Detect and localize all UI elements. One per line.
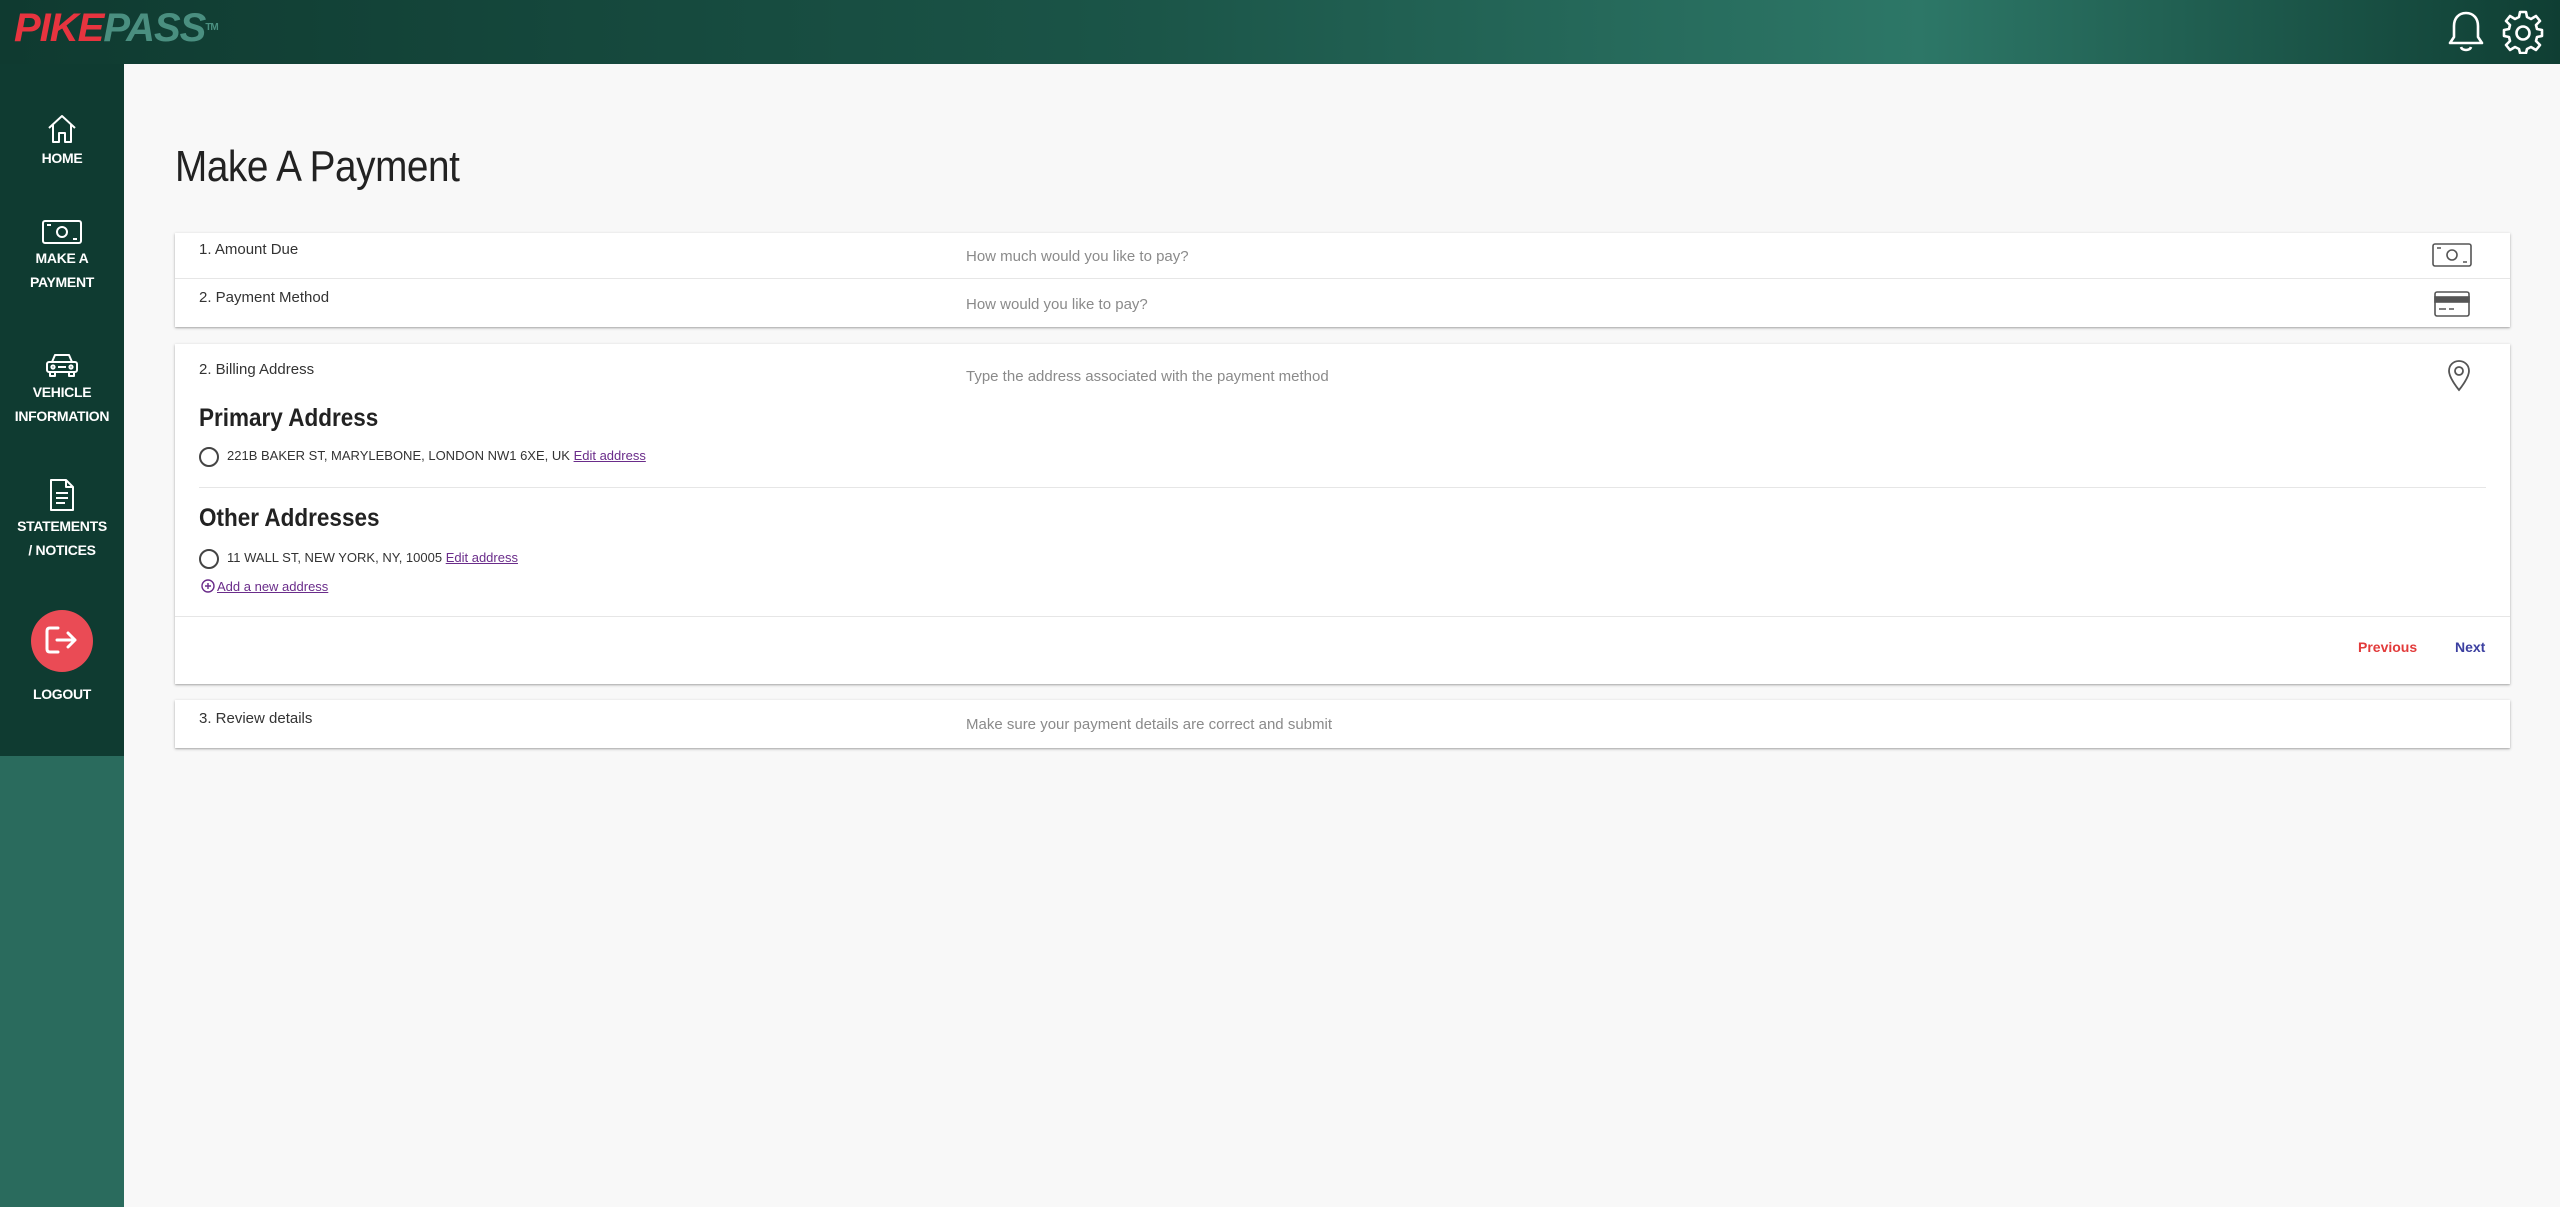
step-payment-method[interactable]: 2. Payment Method How would you like to … bbox=[175, 279, 2510, 327]
step-description: Type the address associated with the pay… bbox=[966, 368, 1329, 385]
sidebar: HOME MAKE A PAYMENT VEHICLE INFORMATION … bbox=[0, 64, 124, 1207]
location-pin-icon bbox=[2447, 360, 2471, 397]
sidebar-item-label-line1: VEHICLE bbox=[32, 384, 92, 400]
other-address-row: 11 WALL ST, NEW YORK, NY, 10005 Edit add… bbox=[227, 550, 518, 565]
logout-button[interactable]: LOGOUT bbox=[0, 610, 124, 706]
sidebar-item-home[interactable]: HOME bbox=[0, 114, 124, 170]
review-details-card: 3. Review details Make sure your payment… bbox=[175, 700, 2510, 748]
home-icon bbox=[0, 114, 124, 144]
step-title: 1. Amount Due bbox=[199, 241, 299, 258]
logo-text-pass: PASS bbox=[103, 6, 206, 50]
actions-divider bbox=[175, 616, 2510, 617]
step-review-details[interactable]: 3. Review details Make sure your payment… bbox=[175, 700, 2510, 748]
car-icon bbox=[0, 352, 124, 378]
next-button[interactable]: Next bbox=[2455, 639, 2485, 655]
step-amount-due[interactable]: 1. Amount Due How much would you like to… bbox=[175, 233, 2510, 281]
plus-circle-icon bbox=[201, 579, 215, 593]
logout-label: LOGOUT bbox=[32, 686, 92, 702]
sidebar-item-label-line2: INFORMATION bbox=[14, 408, 110, 424]
credit-card-icon bbox=[2434, 291, 2470, 322]
address-divider bbox=[199, 487, 2486, 488]
logo-trademark: TM bbox=[205, 22, 218, 33]
other-addresses-heading: Other Addresses bbox=[199, 504, 380, 532]
logo-text-pike: PIKE bbox=[14, 6, 104, 50]
sidebar-item-label-line1: MAKE A bbox=[35, 250, 89, 266]
bell-icon[interactable] bbox=[2444, 8, 2488, 54]
other-address-text: 11 WALL ST, NEW YORK, NY, 10005 bbox=[227, 550, 443, 565]
previous-button[interactable]: Previous bbox=[2358, 639, 2417, 655]
other-address-radio[interactable] bbox=[199, 549, 219, 569]
page-title: Make A Payment bbox=[175, 142, 460, 191]
sidebar-item-label-line2: PAYMENT bbox=[29, 274, 95, 290]
money-icon bbox=[0, 220, 124, 244]
logout-icon bbox=[31, 610, 93, 672]
sidebar-item-label-line1: STATEMENTS bbox=[17, 518, 107, 534]
primary-address-heading: Primary Address bbox=[199, 404, 379, 432]
sidebar-item-statements-notices[interactable]: STATEMENTS / NOTICES bbox=[0, 478, 124, 562]
add-new-address-label: Add a new address bbox=[217, 579, 329, 594]
step-title: 2. Payment Method bbox=[199, 289, 330, 306]
primary-address-row: 221B BAKER ST, MARYLEBONE, LONDON NW1 6X… bbox=[227, 448, 646, 463]
cash-icon bbox=[2432, 243, 2472, 272]
sidebar-nav: HOME MAKE A PAYMENT VEHICLE INFORMATION … bbox=[0, 64, 124, 756]
add-new-address-link[interactable]: Add a new address bbox=[201, 579, 328, 594]
edit-other-address-link[interactable]: Edit address bbox=[446, 550, 518, 565]
primary-address-radio[interactable] bbox=[199, 447, 219, 467]
top-bar: PIKEPASSTM bbox=[0, 0, 2560, 64]
step-description: How would you like to pay? bbox=[966, 296, 1148, 313]
step-description: Make sure your payment details are corre… bbox=[966, 716, 1332, 733]
sidebar-item-label: HOME bbox=[41, 150, 83, 166]
sidebar-item-make-a-payment[interactable]: MAKE A PAYMENT bbox=[0, 220, 124, 294]
document-icon bbox=[0, 478, 124, 512]
pikepass-logo[interactable]: PIKEPASSTM bbox=[14, 6, 219, 50]
primary-address-text: 221B BAKER ST, MARYLEBONE, LONDON NW1 6X… bbox=[227, 448, 570, 463]
billing-address-card: 2. Billing Address Type the address asso… bbox=[175, 344, 2510, 684]
payment-steps-card: 1. Amount Due How much would you like to… bbox=[175, 233, 2510, 327]
sidebar-item-vehicle-information[interactable]: VEHICLE INFORMATION bbox=[0, 352, 124, 428]
step-title: 2. Billing Address bbox=[199, 361, 315, 378]
step-description: How much would you like to pay? bbox=[966, 248, 1189, 265]
gear-icon[interactable] bbox=[2501, 8, 2545, 55]
edit-primary-address-link[interactable]: Edit address bbox=[574, 448, 646, 463]
sidebar-item-label-line2: / NOTICES bbox=[28, 542, 96, 558]
step-title: 3. Review details bbox=[199, 710, 313, 727]
